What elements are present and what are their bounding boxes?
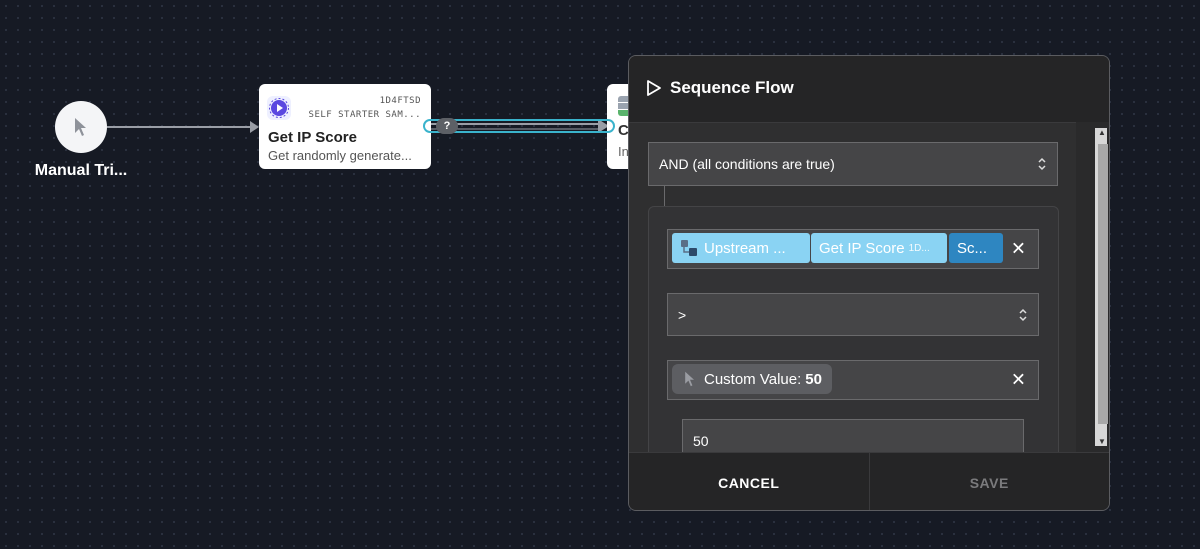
trigger-label: Manual Tri... [34,162,128,179]
sequence-flow-panel: Sequence Flow AND (all conditions are tr… [628,55,1110,511]
close-icon[interactable]: ✕ [1011,370,1026,391]
upstream-node-icon [681,240,697,256]
pill-get-ip-score-id: 1D... [908,242,930,254]
card-subtitle: SELF STARTER SAM... [308,110,421,120]
play-outline-icon [647,80,661,96]
play-chip-icon [269,98,289,118]
scroll-down-arrow-icon[interactable]: ▼ [1098,437,1106,446]
logic-select[interactable]: AND (all conditions are true) [648,142,1058,186]
pill-upstream-label: Upstream ... [704,239,786,257]
logic-connector-line [664,186,665,208]
scrollbar-thumb[interactable] [1098,144,1108,424]
cursor-icon [75,118,86,136]
pill-get-ip-score[interactable]: Get IP Score 1D... [811,233,947,263]
custom-value-pill[interactable]: Custom Value: 50 [672,364,832,394]
operator-select-value: > [678,306,687,323]
pill-score-label: Sc... [957,239,988,257]
save-button[interactable]: SAVE [870,453,1110,510]
pill-get-ip-score-label: Get IP Score [819,239,905,257]
panel-title: Sequence Flow [670,78,794,97]
connection-condition-badge[interactable]: ? [436,118,458,134]
operator-select[interactable]: > [667,293,1039,336]
action-card-get-ip-score[interactable]: 1D4FTSD SELF STARTER SAM... Get IP Score… [259,84,431,169]
cancel-button[interactable]: CANCEL [629,453,870,510]
card-description: Get randomly generate... [268,148,412,163]
scrollbar-track[interactable]: ▲ ▼ [1095,128,1108,446]
right-operand-field[interactable]: Custom Value: 50 ✕ [667,360,1039,400]
pill-upstream[interactable]: Upstream ... [672,233,810,263]
chevron-updown-icon [1019,308,1027,321]
custom-value-label: Custom Value: [704,370,802,388]
panel-footer: CANCEL SAVE [629,452,1110,510]
panel-header: Sequence Flow [629,56,1109,123]
logic-select-value: AND (all conditions are true) [659,156,835,172]
play-badge [267,96,291,120]
custom-value-number: 50 [805,370,822,388]
card-title: Get IP Score [268,129,357,146]
pill-score[interactable]: Sc... [949,233,1003,263]
left-operand-field[interactable]: Upstream ... Get IP Score 1D... Sc... ✕ [667,229,1039,269]
scroll-up-arrow-icon[interactable]: ▲ [1098,128,1106,137]
panel-scrollbar[interactable]: ▲ ▼ [1076,122,1109,452]
cursor-icon [685,371,694,387]
manual-trigger-node[interactable] [55,101,107,153]
chevron-updown-icon [1038,157,1046,171]
card-id: 1D4FTSD [379,96,421,106]
close-icon[interactable]: ✕ [1011,239,1026,260]
